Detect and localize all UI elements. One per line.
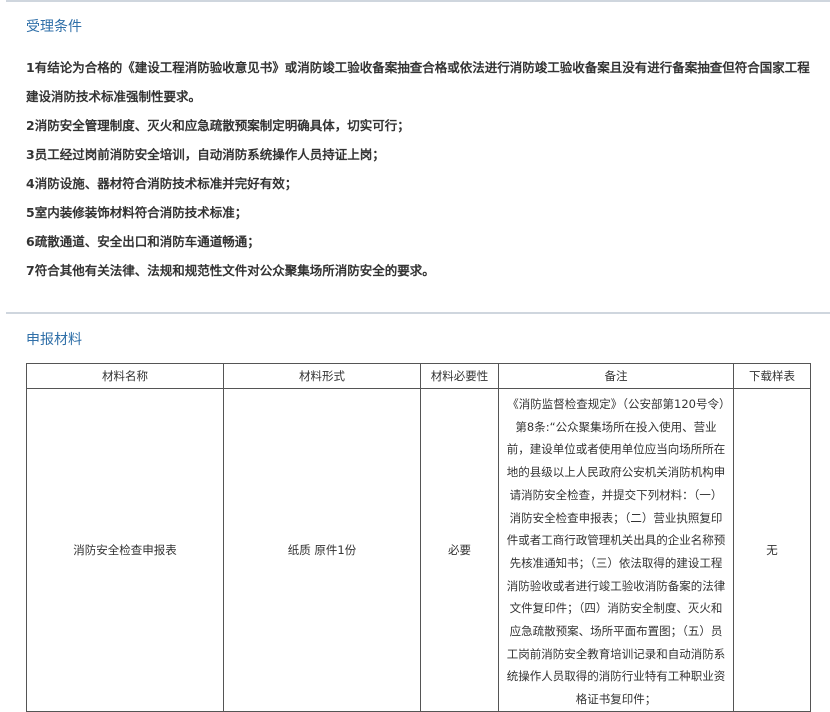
- material-form-cell: 纸质 原件1份: [223, 388, 421, 712]
- materials-title: 申报材料: [26, 332, 82, 348]
- column-header-notes: 备注: [498, 363, 734, 389]
- table-row: 消防安全检查申报表 纸质 原件1份 必要 《消防监督检查规定》（公安部第120号…: [26, 388, 811, 712]
- materials-section: 申报材料: [6, 312, 830, 350]
- condition-item: 6疏散通道、安全出口和消防车通道畅通；: [26, 234, 260, 249]
- condition-item: 7符合其他有关法律、法规和规范性文件对公众聚集场所消防安全的要求。: [26, 263, 435, 278]
- condition-item: 2消防安全管理制度、灭火和应急疏散预案制定明确具体，切实可行；: [26, 118, 410, 133]
- material-notes-cell: 《消防监督检查规定》（公安部第120号令）第8条:“公众聚集场所在投入使用、营业…: [498, 388, 734, 712]
- column-header-download: 下载样表: [733, 363, 811, 389]
- materials-table: 材料名称 材料形式 材料必要性 备注 下载样表 消防安全检查申报表 纸质 原件1…: [26, 363, 811, 712]
- condition-item: 5室内装修装饰材料符合消防技术标准；: [26, 205, 248, 220]
- condition-item: 3员工经过岗前消防安全培训，自动消防系统操作人员持证上岗；: [26, 147, 385, 162]
- conditions-list: 1有结论为合格的《建设工程消防验收意见书》或消防竣工验收备案抽查合格或依法进行消…: [26, 53, 814, 285]
- section-divider: [6, 312, 830, 314]
- conditions-section: 受理条件: [6, 0, 830, 37]
- conditions-title: 受理条件: [26, 19, 82, 35]
- condition-item: 4消防设施、器材符合消防技术标准并完好有效；: [26, 176, 298, 191]
- section-divider: [6, 0, 830, 2]
- column-header-necessity: 材料必要性: [420, 363, 499, 389]
- table-header-row: 材料名称 材料形式 材料必要性 备注 下载样表: [26, 363, 811, 389]
- condition-item: 1有结论为合格的《建设工程消防验收意见书》或消防竣工验收备案抽查合格或依法进行消…: [26, 60, 810, 104]
- material-name-cell: 消防安全检查申报表: [26, 388, 224, 712]
- material-download-cell: 无: [733, 388, 811, 712]
- materials-table-wrapper: 材料名称 材料形式 材料必要性 备注 下载样表 消防安全检查申报表 纸质 原件1…: [26, 363, 811, 712]
- material-necessity-cell: 必要: [420, 388, 499, 712]
- column-header-name: 材料名称: [26, 363, 224, 389]
- column-header-form: 材料形式: [223, 363, 421, 389]
